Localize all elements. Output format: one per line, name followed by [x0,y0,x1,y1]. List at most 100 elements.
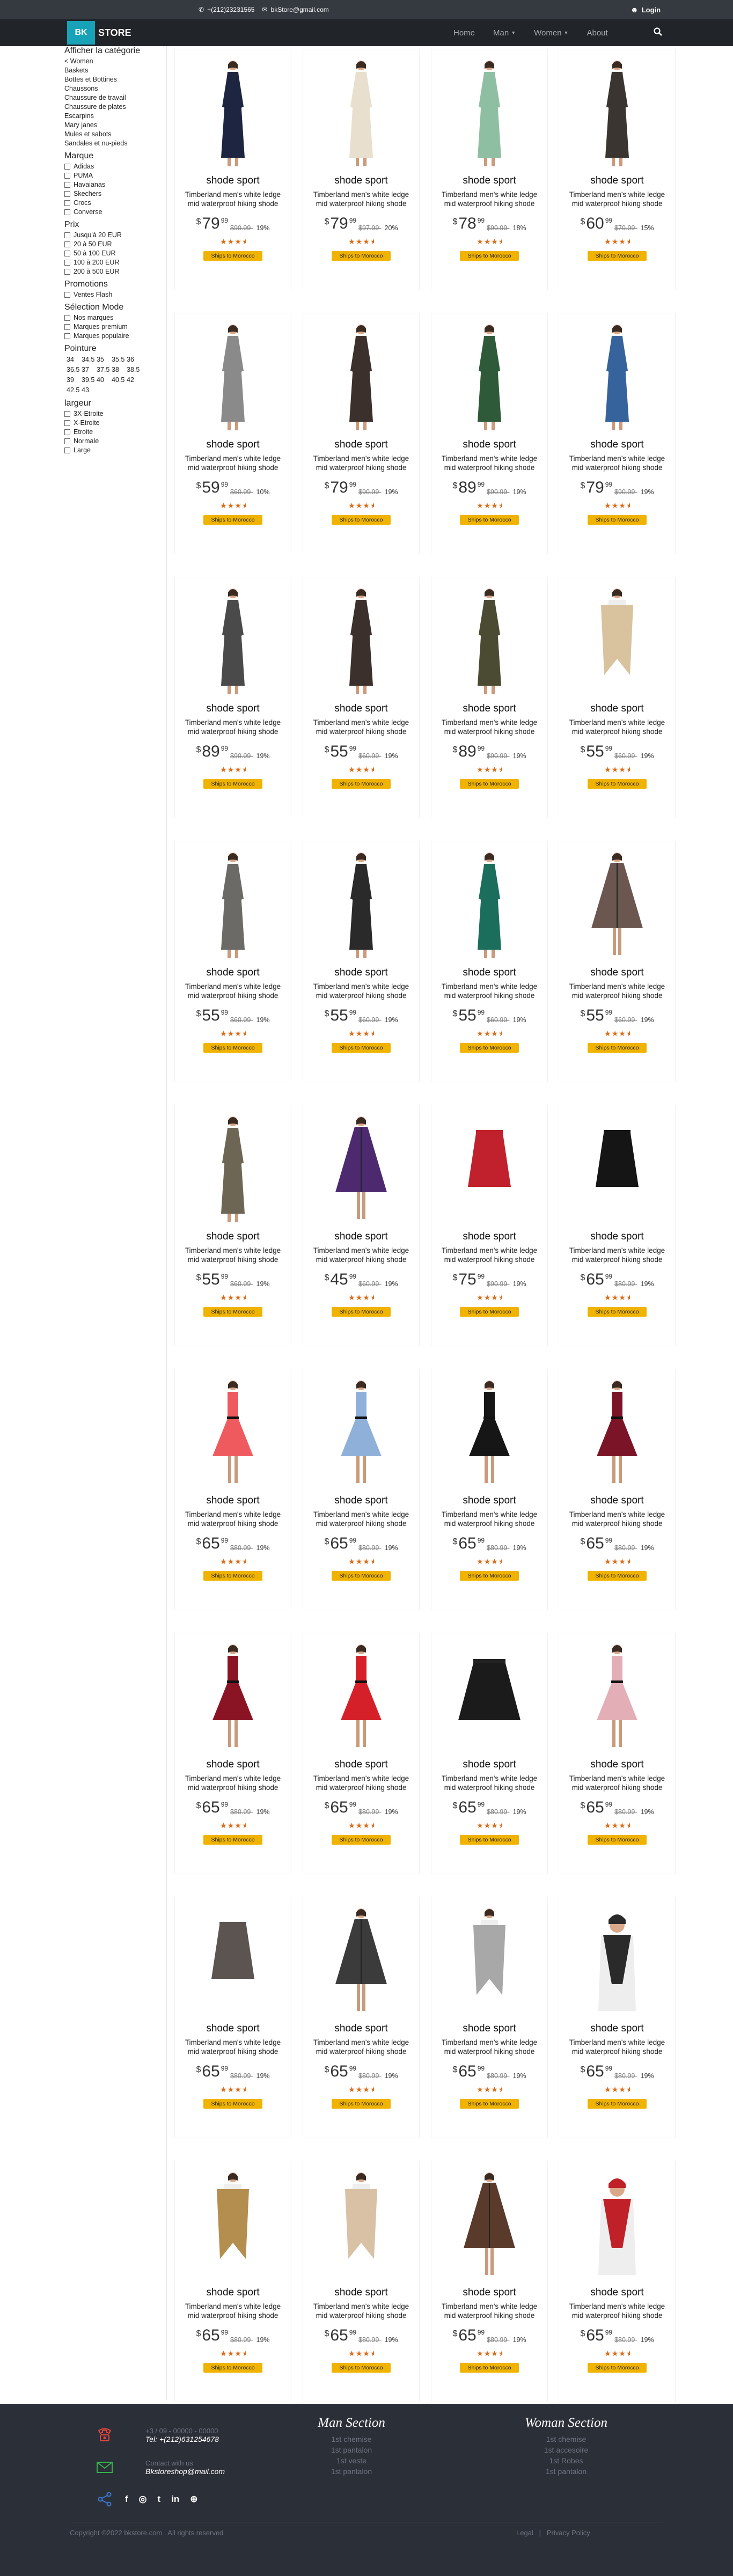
checkbox[interactable] [64,251,70,256]
product-image[interactable] [566,56,669,168]
man-link[interactable]: 1st pantalon [300,2445,402,2455]
man-link[interactable]: 1st veste [300,2455,402,2466]
product-card[interactable]: shode sport Timberland men's white ledge … [303,577,420,818]
product-image[interactable] [310,1904,413,2016]
github-icon[interactable]: ⊕ [190,2494,197,2505]
price-filter[interactable]: Jusqu'à 20 EUR [64,231,161,240]
size-option[interactable]: 38 [112,365,127,375]
category-item[interactable]: Escarpins [64,112,161,121]
price-filter[interactable]: 200 à 500 EUR [64,267,161,276]
category-item[interactable]: Baskets [64,66,161,75]
product-card[interactable]: shode sport Timberland men's white ledge … [559,577,676,818]
linkedin-icon[interactable]: in [171,2494,179,2505]
category-parent-link[interactable]: < Women [64,57,161,66]
instagram-icon[interactable]: ◎ [139,2494,147,2505]
product-card[interactable]: shode sport Timberland men's white ledge … [431,1105,548,1346]
checkbox[interactable] [64,209,70,215]
checkbox[interactable] [64,315,70,321]
checkbox[interactable] [64,164,70,170]
woman-link[interactable]: 1st Robes [512,2455,620,2466]
facebook-icon[interactable]: f [125,2494,128,2505]
product-card[interactable]: shode sport Timberland men's white ledge … [174,1633,291,1874]
size-option[interactable]: 37.5 [97,365,112,375]
nav-about[interactable]: About [587,28,607,38]
product-card[interactable]: shode sport Timberland men's white ledge … [303,1633,420,1874]
size-option[interactable]: 34.5 [82,355,97,365]
product-card[interactable]: shode sport Timberland men's white ledge … [303,841,420,1082]
product-image[interactable] [566,1376,669,1488]
product-image[interactable] [566,584,669,696]
product-card[interactable]: shode sport Timberland men's white ledge … [303,49,420,290]
product-card[interactable]: shode sport Timberland men's white ledge … [559,313,676,554]
category-item[interactable]: Sandales et nu-pieds [64,139,161,148]
product-image[interactable] [181,2168,284,2280]
checkbox[interactable] [64,260,70,266]
woman-link[interactable]: 1st accesoire [512,2445,620,2455]
checkbox[interactable] [64,411,70,417]
product-card[interactable]: shode sport Timberland men's white ledge … [174,1897,291,2138]
product-image[interactable] [566,848,669,960]
product-card[interactable]: shode sport Timberland men's white ledge … [431,2161,548,2402]
checkbox[interactable] [64,241,70,247]
product-card[interactable]: shode sport Timberland men's white ledge … [431,313,548,554]
price-filter[interactable]: 50 à 100 EUR [64,249,161,258]
product-image[interactable] [438,56,541,168]
product-card[interactable]: shode sport Timberland men's white ledge … [174,2161,291,2402]
product-card[interactable]: shode sport Timberland men's white ledge … [559,841,676,1082]
product-card[interactable]: shode sport Timberland men's white ledge … [174,577,291,818]
promo-filter[interactable]: Ventes Flash [64,290,161,299]
product-image[interactable] [438,1376,541,1488]
woman-link[interactable]: 1st pantalon [512,2466,620,2477]
product-card[interactable]: shode sport Timberland men's white ledge … [431,1369,548,1610]
product-image[interactable] [566,320,669,432]
product-card[interactable]: shode sport Timberland men's white ledge … [174,1105,291,1346]
product-card[interactable]: shode sport Timberland men's white ledge … [559,49,676,290]
twitter-icon[interactable]: t [158,2494,161,2505]
product-image[interactable] [310,584,413,696]
category-item[interactable]: Mules et sabots [64,130,161,139]
logo[interactable]: BK STORE [67,21,131,45]
category-item[interactable]: Bottes et Bottines [64,75,161,84]
product-image[interactable] [310,1640,413,1752]
width-filter[interactable]: Large [64,446,161,455]
size-option[interactable]: 38.5 [127,365,142,375]
product-image[interactable] [438,1904,541,2016]
product-image[interactable] [181,56,284,168]
checkbox[interactable] [64,182,70,188]
product-image[interactable] [181,1904,284,2016]
checkbox[interactable] [64,420,70,426]
brand-filter[interactable]: Crocs [64,199,161,208]
product-card[interactable]: shode sport Timberland men's white ledge … [303,313,420,554]
product-image[interactable] [438,1112,541,1224]
product-image[interactable] [566,1640,669,1752]
product-image[interactable] [310,848,413,960]
category-item[interactable]: Chaussons [64,84,161,93]
product-image[interactable] [438,848,541,960]
size-option[interactable]: 35 [97,355,112,365]
product-card[interactable]: shode sport Timberland men's white ledge … [303,1105,420,1346]
checkbox[interactable] [64,447,70,453]
product-image[interactable] [181,1112,284,1224]
product-card[interactable]: shode sport Timberland men's white ledge … [303,1369,420,1610]
product-image[interactable] [310,320,413,432]
checkbox[interactable] [64,333,70,339]
product-image[interactable] [566,1112,669,1224]
product-card[interactable]: shode sport Timberland men's white ledge … [431,1897,548,2138]
product-card[interactable]: shode sport Timberland men's white ledge … [431,1633,548,1874]
size-option[interactable]: 34 [67,355,82,365]
product-card[interactable]: shode sport Timberland men's white ledge … [559,1369,676,1610]
nav-home[interactable]: Home [453,28,475,38]
product-card[interactable]: shode sport Timberland men's white ledge … [559,2161,676,2402]
size-option[interactable]: 36.5 [67,365,82,375]
man-link[interactable]: 1st chemise [300,2434,402,2445]
brand-filter[interactable]: Skechers [64,189,161,199]
size-option[interactable]: 37 [82,365,97,375]
login-link[interactable]: ☻ Login [631,5,661,14]
size-option[interactable]: 36 [127,355,142,365]
product-image[interactable] [310,2168,413,2280]
product-image[interactable] [438,1640,541,1752]
product-card[interactable]: shode sport Timberland men's white ledge … [559,1105,676,1346]
size-option[interactable]: 42 [127,375,142,385]
mode-filter[interactable]: Marques populaire [64,332,161,341]
product-card[interactable]: shode sport Timberland men's white ledge … [174,1369,291,1610]
